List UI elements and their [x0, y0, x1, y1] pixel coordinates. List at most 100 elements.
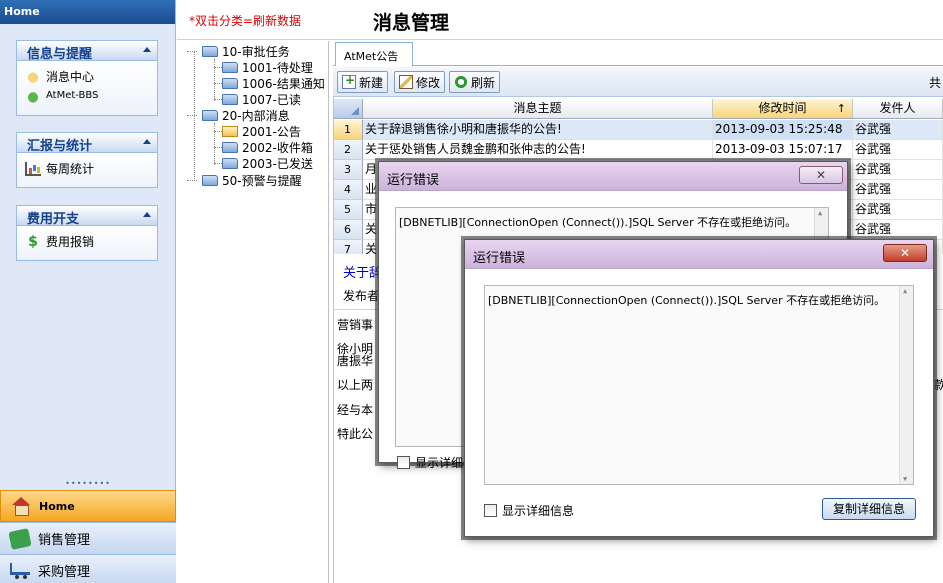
new-document-icon — [342, 73, 356, 89]
show-details-checkbox[interactable]: 显示详细 — [397, 454, 463, 471]
home-icon — [11, 497, 31, 516]
table-row[interactable]: 1 关于辞退销售徐小明和唐振华的公告! 2013-09-03 15:25:48 … — [333, 120, 943, 140]
panel-header[interactable]: 汇报与统计 — [17, 133, 157, 154]
tree-node-sent[interactable]: 2003-已发送 — [222, 155, 313, 171]
detail-right-fragment: 款 — [934, 378, 943, 392]
row-number: 1 — [333, 120, 363, 140]
error-message: [DBNETLIB][ConnectionOpen (Connect()).]S… — [399, 216, 797, 229]
folder-icon — [222, 61, 238, 73]
nav-home-button[interactable]: Home — [0, 490, 176, 522]
page-title: 消息管理 — [373, 12, 450, 34]
detail-line: 经与本 — [337, 403, 374, 417]
folder-icon — [202, 174, 218, 186]
tree-node-inbox[interactable]: 2002-收件箱 — [222, 139, 313, 155]
column-header-sender[interactable]: 发件人 — [853, 99, 943, 119]
nav-label: 采购管理 — [38, 565, 91, 580]
nav-label: 销售管理 — [38, 533, 91, 548]
sidebar-item-label: AtMet-BBS — [46, 90, 99, 101]
sidebar-item-bbs[interactable]: AtMet-BBS — [25, 86, 149, 105]
tree-node-alerts[interactable]: 50-预警与提醒 — [202, 172, 302, 188]
folder-icon — [202, 45, 218, 57]
collapse-icon[interactable] — [143, 212, 151, 217]
close-icon[interactable]: ✕ — [799, 166, 843, 184]
tree-node-label: 1007-已读 — [242, 92, 301, 107]
panel-header[interactable]: 费用开支 — [17, 206, 157, 227]
tree-node-internal[interactable]: 20-内部消息 — [202, 107, 290, 123]
tree-node-label: 1006-结果通知 — [242, 76, 325, 91]
cell-time: 2013-09-03 15:25:48 — [713, 120, 853, 140]
cell-sender: 谷武强 — [853, 120, 943, 140]
tree-node-approval[interactable]: 10-审批任务 — [202, 43, 290, 59]
checkbox-box — [484, 504, 497, 517]
folder-icon — [222, 157, 238, 169]
cell-sender: 谷武强 — [853, 160, 943, 180]
tree-node-pending[interactable]: 1001-待处理 — [222, 59, 313, 75]
cell-sender: 谷武强 — [853, 200, 943, 220]
message-icon — [25, 69, 41, 84]
column-header-subject[interactable]: 消息主题 — [363, 99, 713, 119]
edit-button[interactable]: 修改 — [394, 71, 446, 93]
tree-node-label: 10-审批任务 — [222, 44, 290, 59]
grid-corner[interactable] — [333, 99, 363, 119]
bbs-icon — [25, 88, 41, 103]
cell-subject: 关于惩处销售人员魏金鹏和张仲志的公告! — [363, 140, 713, 160]
panel-expenses: 费用开支 $ 费用报销 — [16, 205, 158, 261]
cart-icon — [10, 562, 30, 579]
tree-node-label: 2001-公告 — [242, 124, 301, 139]
collapse-icon[interactable] — [143, 47, 151, 52]
edit-icon — [399, 75, 413, 89]
sale-tag-icon — [8, 527, 32, 550]
table-row[interactable]: 2 关于惩处销售人员魏金鹏和张仲志的公告! 2013-09-03 15:07:1… — [333, 140, 943, 160]
sidebar-item-weekly-stats[interactable]: 每周统计 — [25, 159, 149, 178]
sidebar-header: Home — [0, 0, 175, 24]
button-label: 修改 — [416, 75, 441, 90]
tree-node-read[interactable]: 1007-已读 — [222, 91, 301, 107]
scrollbar[interactable] — [899, 286, 913, 484]
panel-report-stats: 汇报与统计 每周统计 — [16, 132, 158, 188]
tab-atmet-announcement[interactable]: AtMet公告 — [335, 42, 413, 66]
new-button[interactable]: 新建 — [337, 71, 389, 93]
refresh-hint: *双击分类=刷新数据 — [189, 14, 302, 28]
copy-details-button[interactable]: 复制详细信息 — [822, 498, 916, 520]
row-number: 5 — [333, 200, 363, 220]
panel-title: 信息与提醒 — [27, 47, 93, 62]
panel-header[interactable]: 信息与提醒 — [17, 41, 157, 62]
error-dialog-front: 运行错误 ✕ [DBNETLIB][ConnectionOpen (Connec… — [464, 239, 934, 537]
refresh-button[interactable]: 刷新 — [449, 71, 501, 93]
splitter-grip[interactable]: •••••••• — [0, 480, 176, 490]
row-number: 7 — [333, 240, 363, 254]
sidebar-item-expense-claim[interactable]: $ 费用报销 — [25, 232, 149, 251]
row-number: 4 — [333, 180, 363, 200]
dollar-icon: $ — [28, 233, 38, 250]
title-bar: *双击分类=刷新数据 消息管理 — [177, 0, 943, 40]
tree-node-announcement[interactable]: 2001-公告 — [222, 123, 301, 139]
button-label: 刷新 — [471, 75, 496, 90]
dialog-titlebar[interactable]: 运行错误 — [465, 240, 933, 268]
tab-strip: AtMet公告 — [333, 41, 943, 66]
tree-node-result-notice[interactable]: 1006-结果通知 — [222, 75, 325, 91]
close-icon[interactable]: ✕ — [883, 244, 927, 262]
sidebar-item-label: 每周统计 — [46, 162, 95, 176]
show-details-checkbox[interactable]: 显示详细信息 — [484, 502, 574, 519]
column-header-label: 修改时间 — [758, 101, 807, 115]
record-count-prefix: 共 — [928, 76, 941, 90]
open-folder-icon — [222, 125, 238, 137]
folder-icon — [222, 77, 238, 89]
detail-line: 特此公 — [337, 427, 374, 441]
tree-node-label: 20-内部消息 — [222, 108, 290, 123]
error-message-box[interactable]: [DBNETLIB][ConnectionOpen (Connect()).]S… — [484, 285, 914, 485]
sidebar-item-label: 消息中心 — [46, 70, 95, 84]
cell-sender: 谷武强 — [853, 220, 943, 240]
nav-sales-button[interactable]: 销售管理 — [0, 522, 176, 554]
sidebar-item-message-center[interactable]: 消息中心 — [25, 67, 149, 86]
collapse-icon[interactable] — [143, 139, 151, 144]
dialog-titlebar[interactable]: 运行错误 — [379, 162, 847, 190]
folder-icon — [202, 109, 218, 121]
column-header-modified-time[interactable]: 修改时间 ↑ — [713, 99, 853, 119]
sidebar: Home 信息与提醒 消息中心 AtMet-BBS 汇报与统计 每周统计 费用开… — [0, 0, 176, 583]
dialog-title: 运行错误 — [387, 173, 440, 188]
cell-subject: 关于辞退销售徐小明和唐振华的公告! — [363, 120, 713, 140]
nav-purchase-button[interactable]: 采购管理 — [0, 554, 176, 583]
sort-ascending-icon: ↑ — [836, 102, 846, 115]
checkbox-label: 显示详细信息 — [502, 504, 575, 518]
